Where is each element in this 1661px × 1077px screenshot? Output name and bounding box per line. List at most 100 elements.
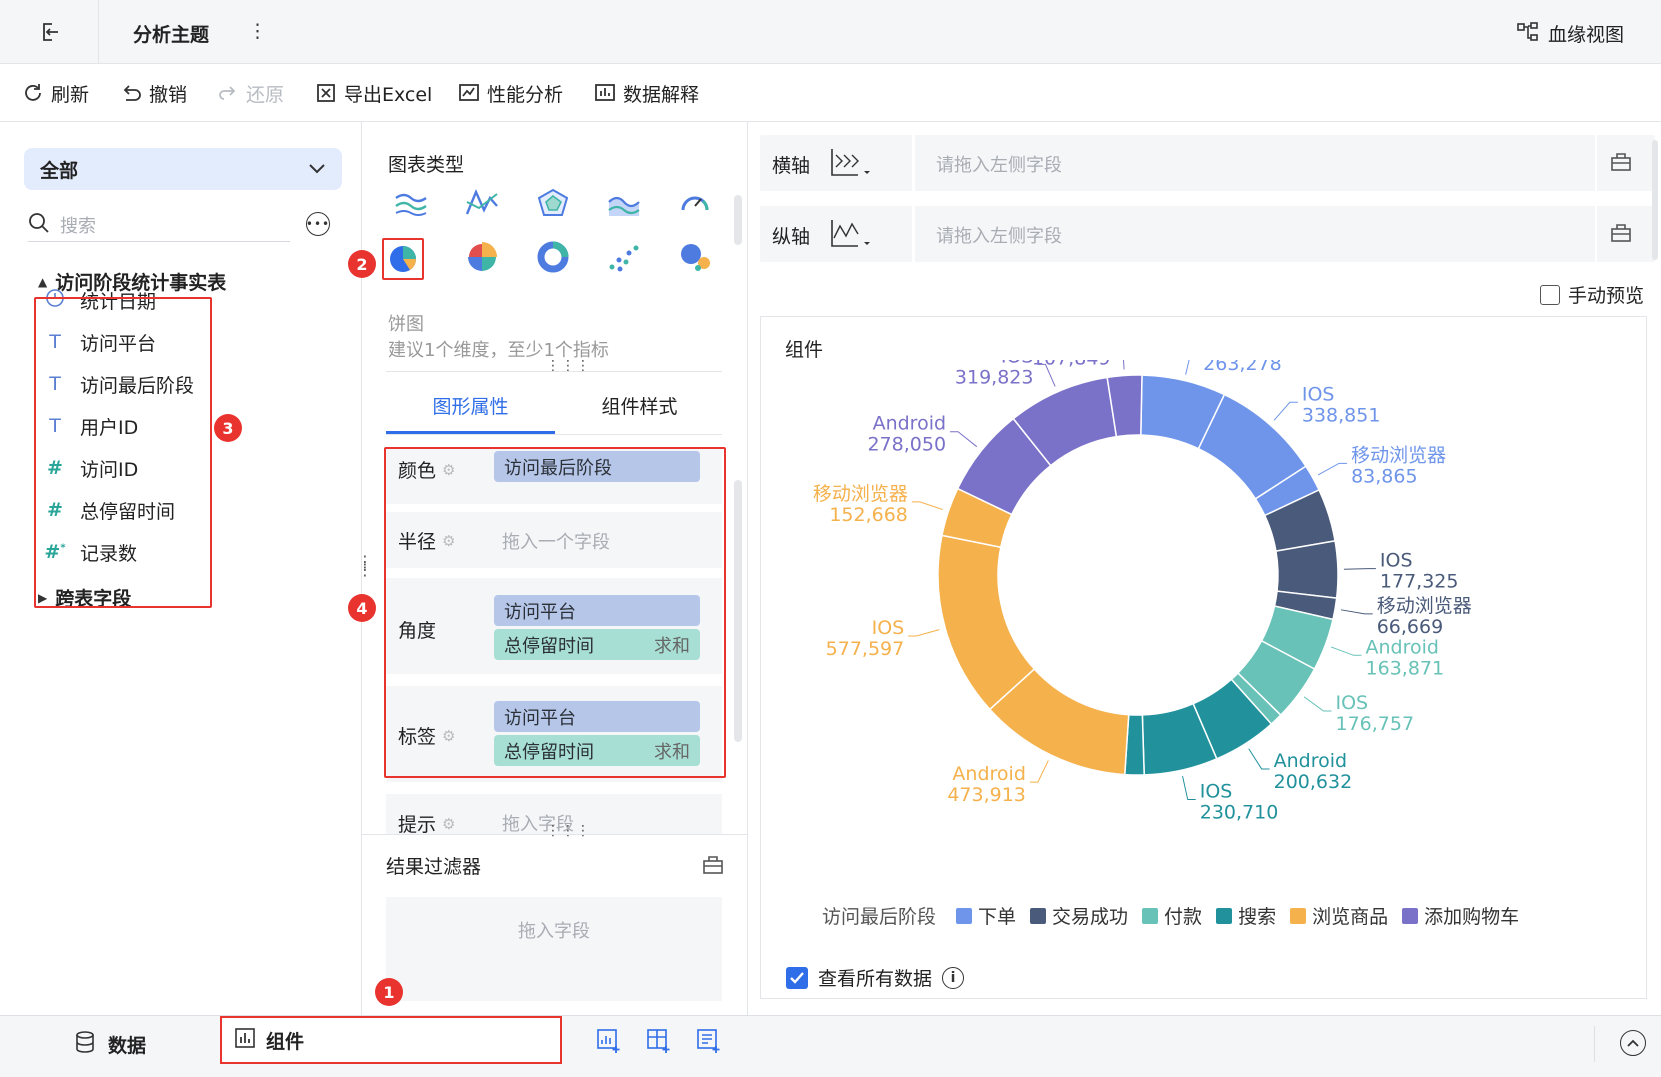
label-leader-line bbox=[1317, 462, 1348, 476]
legend-swatch bbox=[1216, 907, 1233, 924]
data-tab[interactable]: 数据 bbox=[74, 1030, 146, 1058]
legend-item[interactable]: 下单 bbox=[956, 902, 1016, 929]
badge-3: 3 bbox=[214, 414, 242, 442]
collapse-icon[interactable] bbox=[1620, 1030, 1646, 1056]
divider bbox=[386, 371, 722, 372]
scatter-chart-icon[interactable] bbox=[607, 240, 641, 278]
filter-placeholder: 拖入字段 bbox=[518, 921, 590, 942]
stacked-area-icon[interactable] bbox=[607, 188, 641, 222]
performance-label: 性能分析 bbox=[487, 83, 564, 106]
y-axis-dropzone[interactable]: 纵轴 请拖入左侧字段 bbox=[760, 206, 1655, 262]
export-excel-button[interactable]: 导出Excel bbox=[315, 80, 432, 106]
view-all-label: 查看所有数据 bbox=[818, 968, 933, 990]
drag-handle[interactable]: ⋮⋮⋮ bbox=[546, 823, 591, 839]
attrs-scrollbar[interactable] bbox=[734, 480, 742, 742]
field-list-highlight bbox=[34, 297, 212, 608]
undo-button[interactable]: 撤销 bbox=[120, 80, 187, 106]
slice-label: Android 473,913 bbox=[947, 763, 1026, 806]
divider bbox=[912, 206, 915, 262]
tab-label: 图形属性 bbox=[432, 396, 509, 418]
rose-chart-icon[interactable] bbox=[465, 240, 499, 278]
lineage-icon bbox=[1516, 21, 1540, 47]
chevron-down-icon bbox=[308, 160, 326, 179]
canvas-scrollbar[interactable] bbox=[1652, 140, 1658, 260]
tab-component-style[interactable]: 组件样式 bbox=[555, 384, 724, 434]
legend-label: 付款 bbox=[1164, 906, 1203, 928]
tab-label: 组件样式 bbox=[601, 396, 678, 418]
tab-graphic-props[interactable]: 图形属性 bbox=[386, 384, 555, 434]
y-axis-placeholder: 请拖入左侧字段 bbox=[936, 226, 1062, 247]
y-axis-type-icon[interactable] bbox=[828, 218, 870, 254]
label-leader-line bbox=[1343, 568, 1376, 570]
x-axis-dropzone[interactable]: 横轴 请拖入左侧字段 bbox=[760, 135, 1655, 191]
redo-label: 还原 bbox=[246, 83, 285, 106]
manual-preview-toggle[interactable]: 手动预览 bbox=[1540, 281, 1644, 308]
chart-name: 饼图 bbox=[388, 314, 424, 335]
info-icon[interactable]: i bbox=[942, 966, 965, 989]
legend-item[interactable]: 付款 bbox=[1142, 902, 1202, 929]
add-table-icon[interactable] bbox=[646, 1028, 672, 1058]
label-leader-line bbox=[911, 501, 943, 511]
pie-chart: Android263,278 IOS338,851 移动浏览器83,865 IOS17… bbox=[813, 360, 1472, 824]
more-options-icon[interactable]: ••• bbox=[306, 212, 330, 236]
gear-icon[interactable]: ⚙ bbox=[442, 815, 455, 833]
radar-chart-icon[interactable] bbox=[536, 188, 570, 222]
add-chart-icon[interactable] bbox=[596, 1028, 622, 1058]
search-input[interactable]: 搜索 bbox=[28, 208, 290, 242]
x-axis-type-icon[interactable] bbox=[828, 147, 870, 183]
redo-icon bbox=[219, 86, 236, 100]
label-leader-line bbox=[1122, 360, 1125, 370]
donut-chart-icon[interactable] bbox=[536, 240, 570, 278]
pie-chart-icon[interactable] bbox=[382, 238, 424, 280]
slice-label: IOS 577,597 bbox=[826, 617, 905, 660]
checked-checkbox[interactable] bbox=[786, 966, 808, 989]
filter-dropzone[interactable]: 拖入字段 bbox=[386, 897, 722, 1001]
manual-preview-label: 手动预览 bbox=[1568, 285, 1645, 307]
toolbar: 刷新 撤销 还原 导出Excel 性能分析 数据解释 bbox=[0, 64, 1661, 122]
badge-4: 4 bbox=[348, 594, 376, 622]
checkbox[interactable] bbox=[1540, 284, 1560, 305]
label-leader-line bbox=[1182, 776, 1196, 801]
x-axis-label: 横轴 bbox=[772, 155, 811, 177]
slice-label: IOS 176,757 bbox=[1335, 692, 1414, 735]
bubble-chart-icon[interactable] bbox=[678, 240, 712, 278]
label-leader-line bbox=[1303, 696, 1332, 712]
redo-button[interactable]: 还原 bbox=[217, 80, 284, 106]
data-explain-button[interactable]: 数据解释 bbox=[594, 80, 699, 106]
scope-select[interactable]: 全部 bbox=[24, 148, 342, 190]
lineage-button[interactable]: 血缘视图 bbox=[1516, 20, 1624, 47]
slice-label: Android 278,050 bbox=[867, 413, 946, 456]
gauge-chart-icon[interactable] bbox=[678, 188, 712, 222]
label-leader-line bbox=[1273, 401, 1298, 421]
more-menu-icon[interactable]: ⋮ bbox=[248, 20, 267, 42]
legend-swatch bbox=[1402, 907, 1419, 924]
export-label: 导出Excel bbox=[344, 83, 433, 106]
filter-settings-icon[interactable] bbox=[702, 855, 724, 879]
add-text-icon[interactable] bbox=[696, 1028, 722, 1058]
y-axis-label: 纵轴 bbox=[772, 226, 811, 248]
legend-item[interactable]: 添加购物车 bbox=[1402, 902, 1519, 929]
legend-swatch bbox=[1030, 907, 1047, 924]
slice-label: IOS 177,325 bbox=[1380, 550, 1459, 593]
view-all-data[interactable]: 查看所有数据 i bbox=[786, 964, 965, 991]
tip-label-text: 提示 bbox=[398, 814, 437, 836]
legend-item[interactable]: 浏览商品 bbox=[1290, 902, 1388, 929]
back-icon[interactable] bbox=[38, 20, 62, 44]
slice-label: 移动浏览器 66,669 bbox=[1377, 595, 1472, 638]
refresh-button[interactable]: 刷新 bbox=[22, 80, 89, 106]
area-chart-icon[interactable] bbox=[394, 188, 428, 222]
line-chart-icon[interactable] bbox=[465, 188, 499, 222]
explain-label: 数据解释 bbox=[623, 83, 700, 106]
y-axis-settings-icon[interactable] bbox=[1610, 223, 1632, 247]
legend-item[interactable]: 交易成功 bbox=[1030, 902, 1128, 929]
x-axis-placeholder: 请拖入左侧字段 bbox=[936, 155, 1062, 176]
slice-label: IOS 338,851 bbox=[1302, 383, 1381, 426]
component-tab[interactable]: 组件 bbox=[220, 1016, 562, 1064]
x-axis-settings-icon[interactable] bbox=[1610, 152, 1632, 176]
performance-button[interactable]: 性能分析 bbox=[458, 80, 563, 106]
pie-slice[interactable] bbox=[1275, 539, 1339, 599]
slice-label: 移动浏览器 152,668 bbox=[813, 483, 908, 526]
legend-item[interactable]: 搜索 bbox=[1216, 902, 1276, 929]
chart-type-scrollbar[interactable] bbox=[734, 195, 742, 245]
label-leader-line bbox=[1185, 360, 1190, 375]
